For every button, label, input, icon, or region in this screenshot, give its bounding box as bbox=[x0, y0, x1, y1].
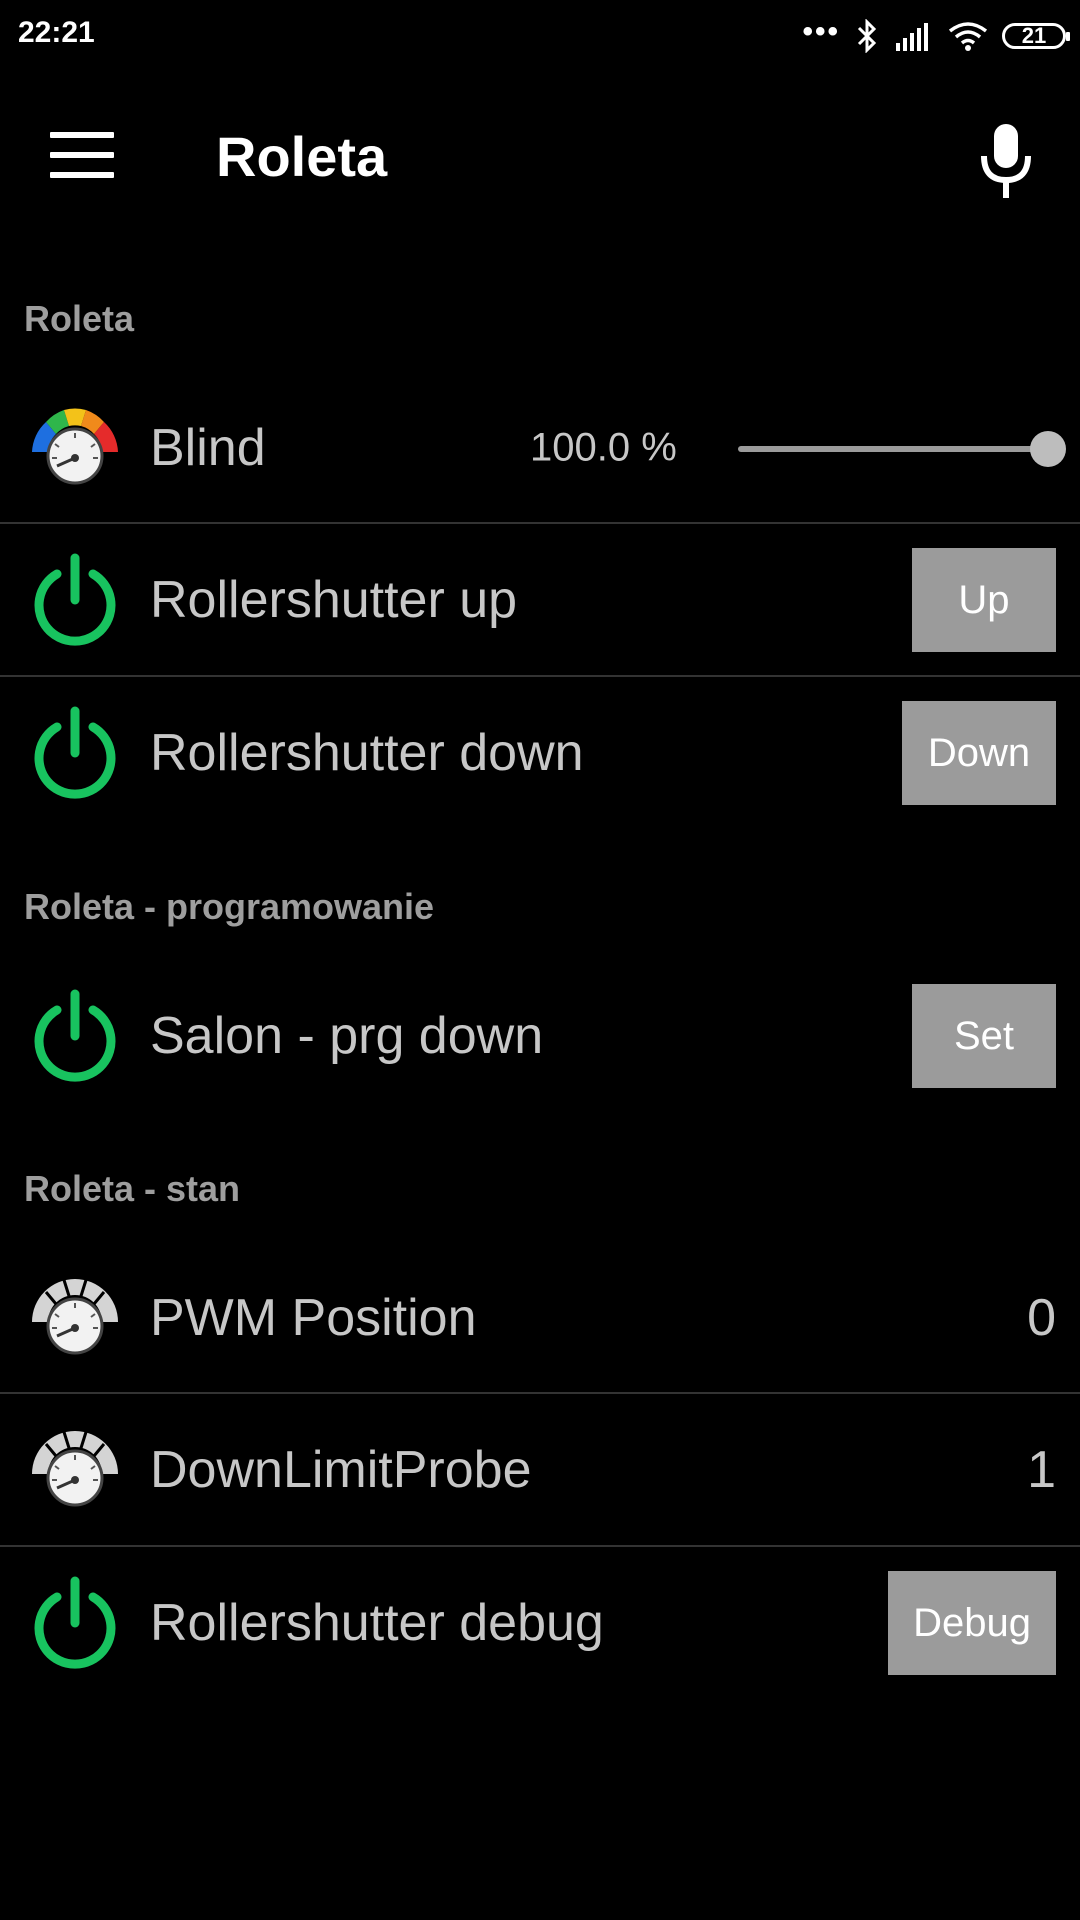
pwm-position-value: 0 bbox=[1027, 1289, 1056, 1347]
debug-button[interactable]: Debug bbox=[888, 1571, 1056, 1675]
slider-thumb[interactable] bbox=[1030, 431, 1066, 467]
blind-label: Blind bbox=[150, 419, 266, 477]
rollershutter-down-row: Rollershutter down Down bbox=[0, 677, 1080, 829]
status-time: 22:21 bbox=[18, 16, 95, 49]
pwm-position-label: PWM Position bbox=[150, 1289, 477, 1347]
salon-prg-down-row: Salon - prg down Set bbox=[0, 960, 1080, 1112]
rollershutter-debug-row: Rollershutter debug Debug bbox=[0, 1547, 1080, 1699]
rollershutter-down-label: Rollershutter down bbox=[150, 724, 584, 782]
pwm-position-row: PWM Position 0 bbox=[0, 1242, 1080, 1394]
down-limit-probe-row: DownLimitProbe 1 bbox=[0, 1394, 1080, 1546]
menu-icon[interactable] bbox=[50, 132, 114, 178]
rollershutter-debug-label: Rollershutter debug bbox=[150, 1594, 604, 1652]
microphone-icon[interactable] bbox=[978, 122, 1034, 202]
status-bar: 22:21 ••• 21 bbox=[0, 0, 1080, 72]
blind-slider[interactable] bbox=[738, 431, 1066, 467]
down-limit-probe-value: 1 bbox=[1027, 1441, 1056, 1499]
blind-value: 100.0 % bbox=[530, 425, 677, 470]
app-bar: Roleta bbox=[0, 72, 1080, 242]
section-header-programowanie: Roleta - programowanie bbox=[24, 886, 435, 927]
power-icon bbox=[34, 553, 116, 646]
power-icon bbox=[34, 1576, 116, 1669]
gauge-icon bbox=[32, 1279, 118, 1355]
set-button[interactable]: Set bbox=[912, 984, 1056, 1088]
down-limit-probe-label: DownLimitProbe bbox=[150, 1441, 532, 1499]
blind-row: Blind 100.0 % bbox=[0, 372, 1080, 524]
signal-icon bbox=[896, 23, 928, 51]
gauge-icon bbox=[32, 1431, 118, 1507]
more-notifications-icon: ••• bbox=[802, 15, 840, 48]
bluetooth-icon bbox=[857, 19, 877, 53]
section-header-stan: Roleta - stan bbox=[24, 1168, 241, 1209]
battery-level: 21 bbox=[1021, 23, 1047, 48]
down-button[interactable]: Down bbox=[902, 701, 1056, 805]
up-button[interactable]: Up bbox=[912, 548, 1056, 652]
battery-icon: 21 bbox=[1002, 23, 1070, 49]
status-icons: ••• 21 bbox=[802, 15, 1070, 54]
power-icon bbox=[34, 706, 116, 799]
power-icon bbox=[34, 989, 116, 1082]
section-header-roleta: Roleta bbox=[24, 298, 135, 339]
color-gauge-icon bbox=[32, 408, 118, 485]
rollershutter-up-row: Rollershutter up Up bbox=[0, 524, 1080, 676]
page-title: Roleta bbox=[216, 125, 388, 188]
rollershutter-up-label: Rollershutter up bbox=[150, 571, 518, 629]
wifi-icon bbox=[948, 22, 988, 51]
slider-track bbox=[738, 446, 1048, 452]
salon-prg-down-label: Salon - prg down bbox=[150, 1007, 544, 1065]
